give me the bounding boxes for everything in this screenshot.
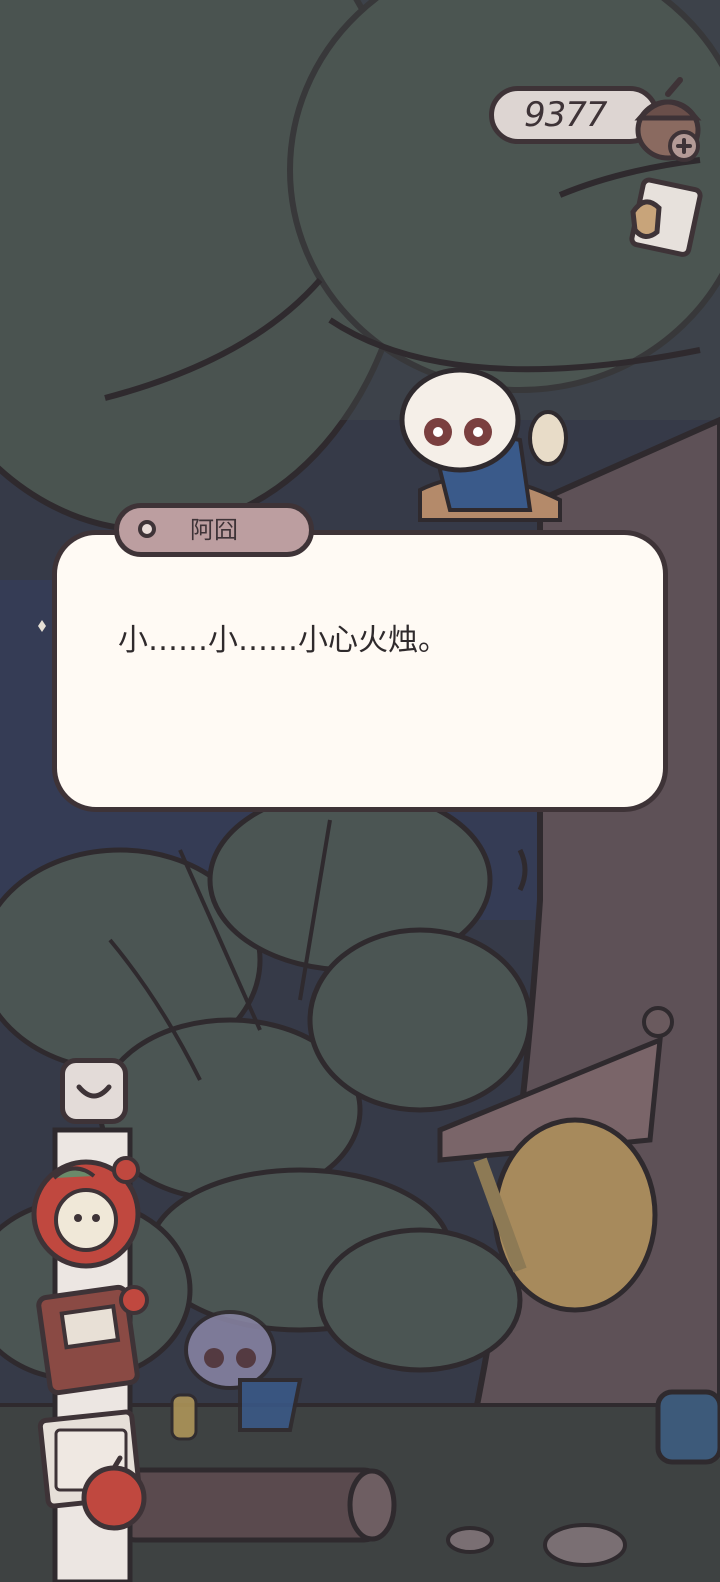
currency-amount: 9377 — [524, 95, 608, 135]
dialog-text: 小……小……小心火烛。 — [118, 623, 448, 658]
dialog-box[interactable] — [52, 530, 668, 812]
letter-icon[interactable] — [615, 172, 705, 262]
collapse-menu-button[interactable] — [60, 1058, 128, 1124]
notebook-icon[interactable] — [34, 1278, 154, 1402]
nametag-dot-icon — [138, 520, 156, 538]
tomato-clock-icon[interactable] — [24, 1150, 150, 1270]
acorn-icon[interactable] — [628, 72, 708, 168]
letters-apple-icon[interactable] — [34, 1406, 154, 1534]
chevron-down-icon — [76, 1084, 112, 1099]
speaker-name: 阿囧 — [190, 516, 238, 544]
